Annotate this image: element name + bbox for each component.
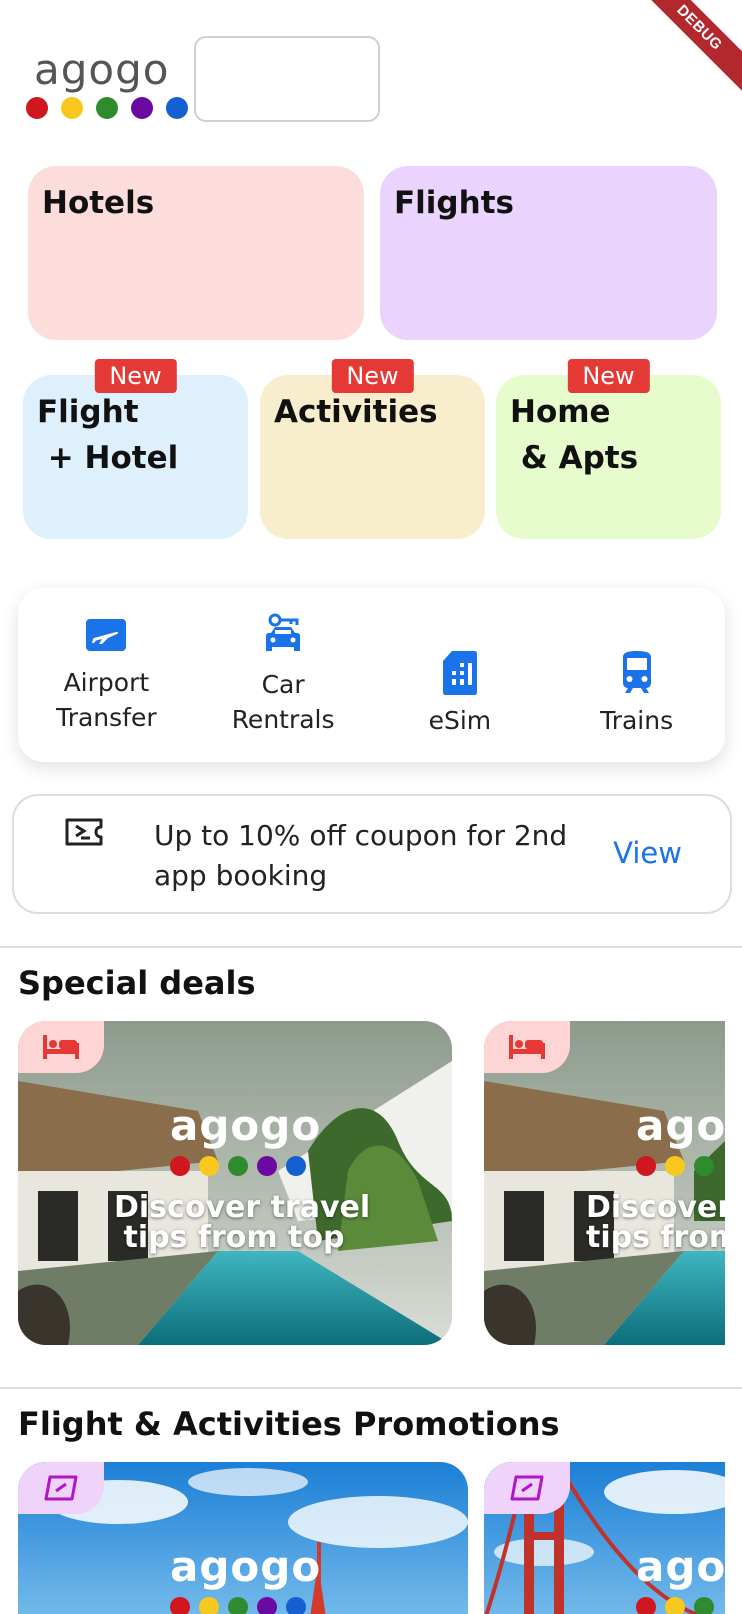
airport-transfer-icon: [86, 619, 127, 651]
header: agogo: [24, 36, 380, 122]
promotions-title: Flight & Activities Promotions: [18, 1405, 560, 1443]
logo-dot-yellow: [61, 97, 83, 119]
service-trains-label: Trains: [600, 705, 674, 735]
logo-dot-blue: [286, 1156, 306, 1176]
tile-home-apts-label: Home & Apts: [510, 394, 639, 476]
tile-activities[interactable]: New Activities: [260, 359, 485, 539]
logo-dot-green: [228, 1156, 248, 1176]
tile-flight-hotel-label: Flight + Hotel: [37, 394, 179, 476]
tile-flight-hotel[interactable]: New Flight + Hotel: [23, 359, 248, 539]
new-badge: New: [331, 359, 414, 393]
coupon-banner[interactable]: Up to 10% off coupon for 2nd app booking…: [12, 794, 732, 914]
card-logo-text: agogo: [170, 1542, 322, 1591]
card-logo-text: agogo: [636, 1101, 725, 1150]
service-airport-transfer[interactable]: Airport Transfer: [18, 588, 195, 762]
logo-dot-yellow: [199, 1156, 219, 1176]
promo-tag: [484, 1462, 570, 1514]
card-logo-dots: [170, 1597, 306, 1614]
promotion-card[interactable]: agogo: [18, 1462, 468, 1614]
ticket-tag-icon: [44, 1475, 78, 1501]
ticket-icon: [65, 818, 103, 846]
card-caption: Discover tips from: [586, 1190, 725, 1255]
logo-dots: [26, 97, 188, 119]
promo-tag: [18, 1462, 104, 1514]
service-esim-label: eSim: [428, 705, 492, 735]
service-esim[interactable]: eSim: [372, 588, 549, 762]
new-badge: New: [94, 359, 177, 393]
logo-dot-purple: [257, 1597, 277, 1614]
logo-dot-yellow: [665, 1156, 685, 1176]
logo-dot-green: [228, 1597, 248, 1614]
coupon-text: Up to 10% off coupon for 2nd app booking: [154, 819, 568, 892]
hotel-tag: [18, 1021, 104, 1073]
section-divider: [0, 946, 742, 948]
logo-text: agogo: [34, 45, 170, 94]
tile-flights-label: Flights: [394, 185, 514, 221]
hotel-tag: [484, 1021, 570, 1073]
logo-dot-red: [26, 97, 48, 119]
service-car-rentals-label: Car Rentrals: [231, 670, 335, 734]
sim-card-icon: [442, 650, 477, 695]
new-badge: New: [567, 359, 650, 393]
logo-dot-green: [96, 97, 118, 119]
tile-home-apts[interactable]: New Home & Apts: [496, 359, 721, 539]
card-logo-dots: [636, 1156, 714, 1176]
header-placeholder-box[interactable]: [194, 36, 380, 122]
coupon-view-link[interactable]: View: [613, 836, 682, 870]
ticket-tag-icon: [510, 1475, 544, 1501]
car-key-icon: [266, 613, 301, 651]
logo-dot-green: [694, 1156, 714, 1176]
card-caption: Discover travel tips from top: [114, 1190, 371, 1255]
tile-flights[interactable]: Flights: [380, 166, 717, 340]
train-icon: [622, 650, 651, 693]
card-logo-text: agogo: [170, 1101, 322, 1150]
promotion-card[interactable]: agogo: [484, 1462, 725, 1614]
logo-dot-red: [170, 1597, 190, 1614]
logo-dot-purple: [131, 97, 153, 119]
special-deals-title: Special deals: [18, 964, 256, 1002]
agogo-logo: agogo: [24, 37, 194, 121]
special-deal-card[interactable]: agogo Discover tips from: [484, 1021, 725, 1345]
section-divider: [0, 1387, 742, 1389]
logo-dot-blue: [286, 1597, 306, 1614]
bed-icon: [509, 1035, 545, 1059]
logo-dot-yellow: [665, 1597, 685, 1614]
service-trains[interactable]: Trains: [548, 588, 725, 762]
logo-dot-yellow: [199, 1597, 219, 1614]
service-airport-transfer-label: Airport Transfer: [56, 668, 157, 732]
special-deal-card[interactable]: agogo Discover travel tips from top: [18, 1021, 452, 1345]
logo-dot-green: [694, 1597, 714, 1614]
tile-hotels-label: Hotels: [42, 185, 155, 221]
service-car-rentals[interactable]: Car Rentrals: [195, 588, 372, 762]
logo-dot-blue: [166, 97, 188, 119]
bed-icon: [43, 1035, 79, 1059]
logo-dot-purple: [257, 1156, 277, 1176]
tile-activities-label: Activities: [274, 394, 438, 430]
card-logo-text: agogo: [636, 1542, 725, 1591]
tile-hotels[interactable]: Hotels: [28, 166, 364, 340]
logo-dot-red: [636, 1597, 656, 1614]
logo-dot-red: [636, 1156, 656, 1176]
logo-dot-red: [170, 1156, 190, 1176]
services-row: Airport Transfer Car Rentrals eSim Train…: [18, 588, 725, 762]
debug-banner: DEBUG: [628, 0, 742, 99]
card-logo-dots: [170, 1156, 306, 1176]
card-logo-dots: [636, 1597, 714, 1614]
